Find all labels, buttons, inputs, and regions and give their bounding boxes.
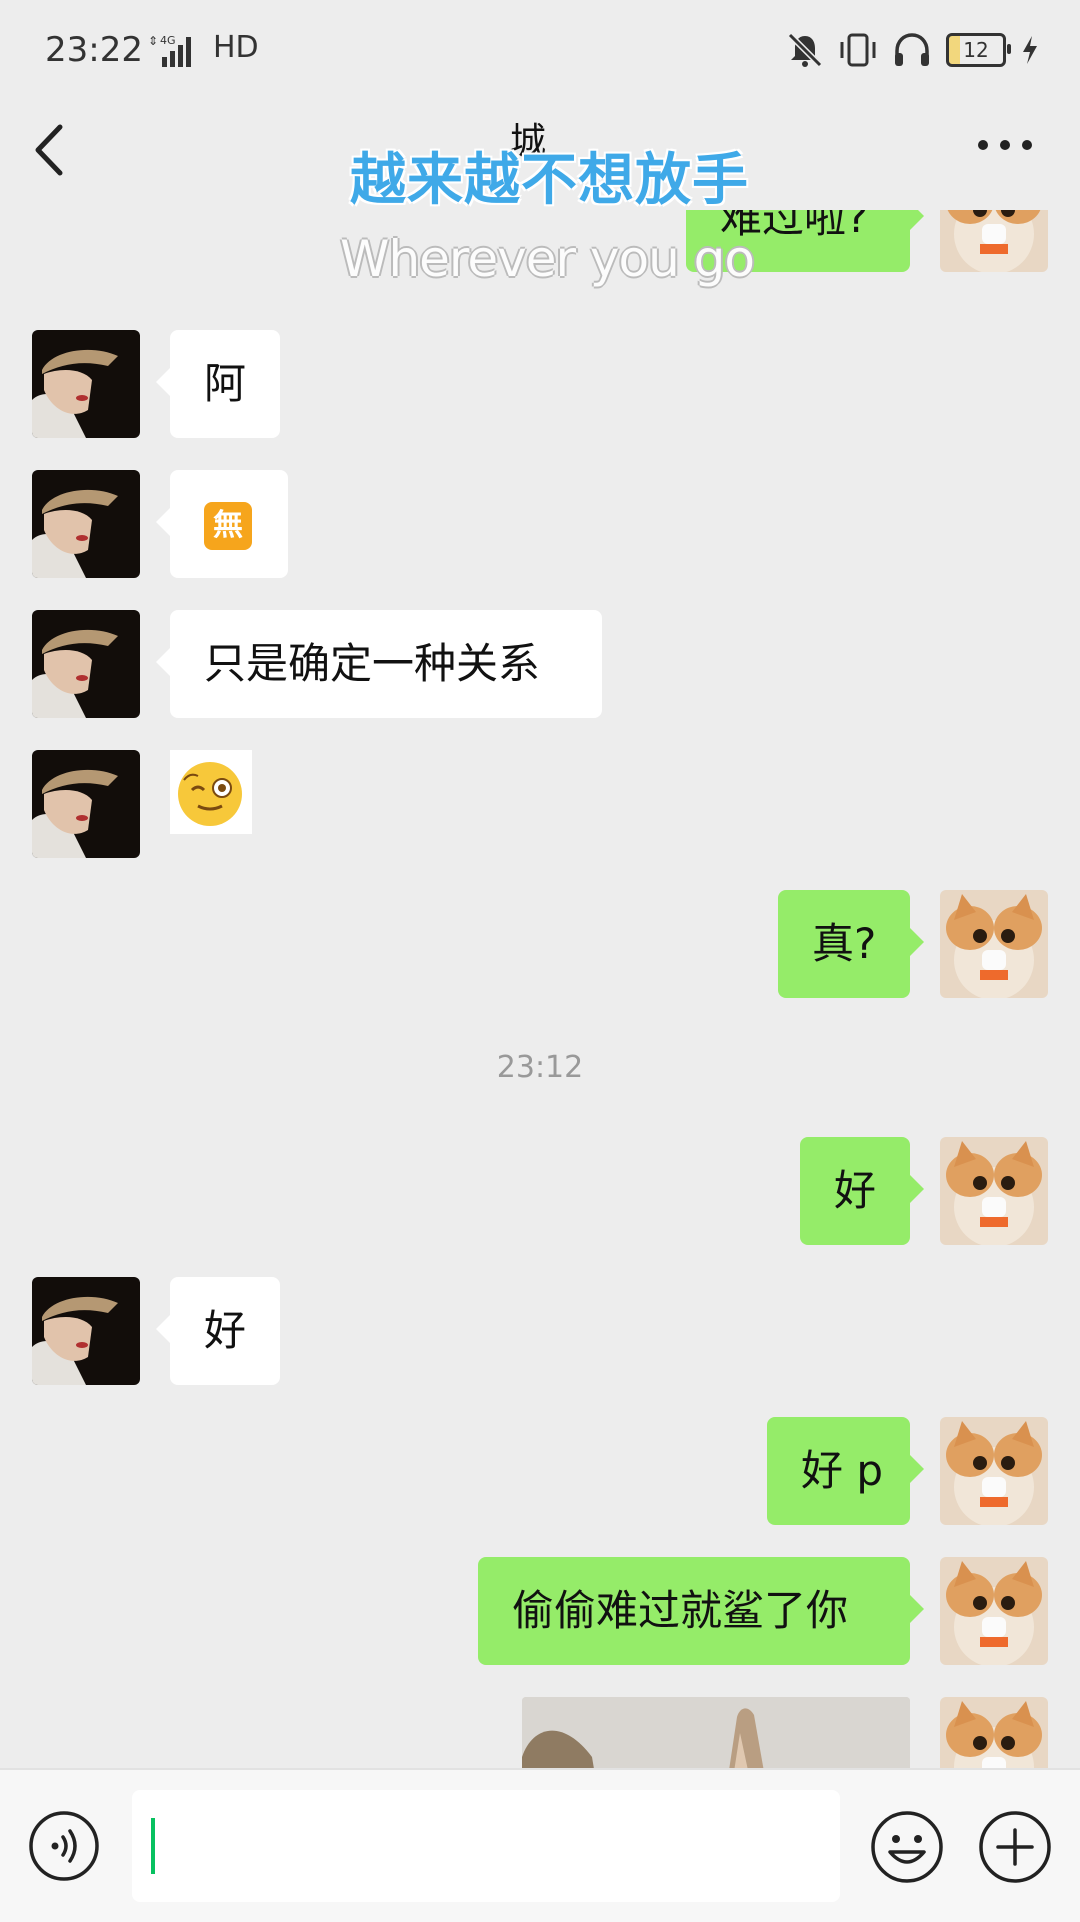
person-avatar-image [32,610,140,718]
message-bubble[interactable]: 好 [156,1277,280,1385]
message-text: 偷偷难过就鲨了你 [512,1586,849,1635]
avatar-me[interactable] [940,210,1048,272]
hd-indicator: HD [213,30,259,65]
status-icons: 12 [786,28,1040,72]
person-avatar-image [32,470,140,578]
text-caret [151,1818,155,1874]
cat-avatar-image [940,1137,1048,1245]
person-avatar-image [32,1277,140,1385]
more-dots-icon[interactable] [970,125,1040,165]
cat-avatar-image [940,1697,1048,1768]
message-bubble[interactable]: 偷偷难过就鲨了你 [478,1557,924,1665]
back-arrow-icon[interactable] [30,115,90,185]
chat-messages: 难过啦? 阿 無 只是确定一种关系 真? 23:12 好 好 好 p 偷偷难过就… [0,210,1080,1768]
cat-avatar-image [940,1557,1048,1665]
avatar-me[interactable] [940,1417,1048,1525]
message-text: 好 [204,1306,247,1355]
message-text: 真? [812,919,877,968]
plus-icon[interactable] [978,1810,1052,1884]
lyrics-overlay-title: 越来越不想放手 [350,148,749,213]
message-bubble[interactable]: 好 p [767,1417,924,1525]
status-time: 23:22 [45,30,143,70]
signal-icon: ⇕ 4G [148,34,191,67]
message-bubble[interactable]: 無 [156,470,288,578]
message-text: 阿 [204,359,247,408]
message-text: 只是确定一种关系 [204,639,541,688]
wink-emoji-icon [178,762,242,826]
message-timestamp: 23:12 [496,1050,584,1085]
avatar-me[interactable] [940,890,1048,998]
message-bubble[interactable]: 阿 [156,330,280,438]
avatar-contact[interactable] [32,470,140,578]
cat-avatar-image [940,890,1048,998]
message-text: 好 [834,1166,877,1215]
person-avatar-image [32,330,140,438]
avatar-me[interactable] [940,1697,1048,1768]
svg-text:⇕: ⇕ [148,34,158,48]
network-type: 4G [160,34,176,47]
message-input[interactable] [132,1790,840,1902]
person-avatar-image [32,750,140,858]
vibrate-icon [840,33,876,67]
emoji-sticker: 無 [204,502,252,550]
input-bar [0,1768,1080,1922]
cat-photo-image [522,1697,910,1768]
avatar-contact[interactable] [32,1277,140,1385]
avatar-contact[interactable] [32,330,140,438]
emoji-sticker-container[interactable] [170,750,252,834]
emoji-icon[interactable] [870,1810,944,1884]
message-bubble[interactable]: 真? [778,890,924,998]
status-bar: 23:22 ⇕ 4G HD 12 [0,0,1080,100]
message-bubble[interactable]: 好 [800,1137,924,1245]
message-text: 好 p [801,1446,884,1495]
voice-icon[interactable] [28,1810,100,1882]
lyrics-overlay-subtitle: Wherever you go [340,230,755,288]
battery-level: 12 [963,38,989,62]
headphones-icon [895,33,929,66]
avatar-contact[interactable] [32,750,140,858]
cat-avatar-image [940,210,1048,272]
message-bubble[interactable]: 只是确定一种关系 [156,610,602,718]
lightning-icon [1023,36,1037,64]
avatar-contact[interactable] [32,610,140,718]
bell-muted-icon [787,32,823,68]
battery-indicator: 12 [946,33,1011,67]
image-message[interactable] [522,1697,910,1768]
cat-avatar-image [940,1417,1048,1525]
avatar-me[interactable] [940,1137,1048,1245]
avatar-me[interactable] [940,1557,1048,1665]
